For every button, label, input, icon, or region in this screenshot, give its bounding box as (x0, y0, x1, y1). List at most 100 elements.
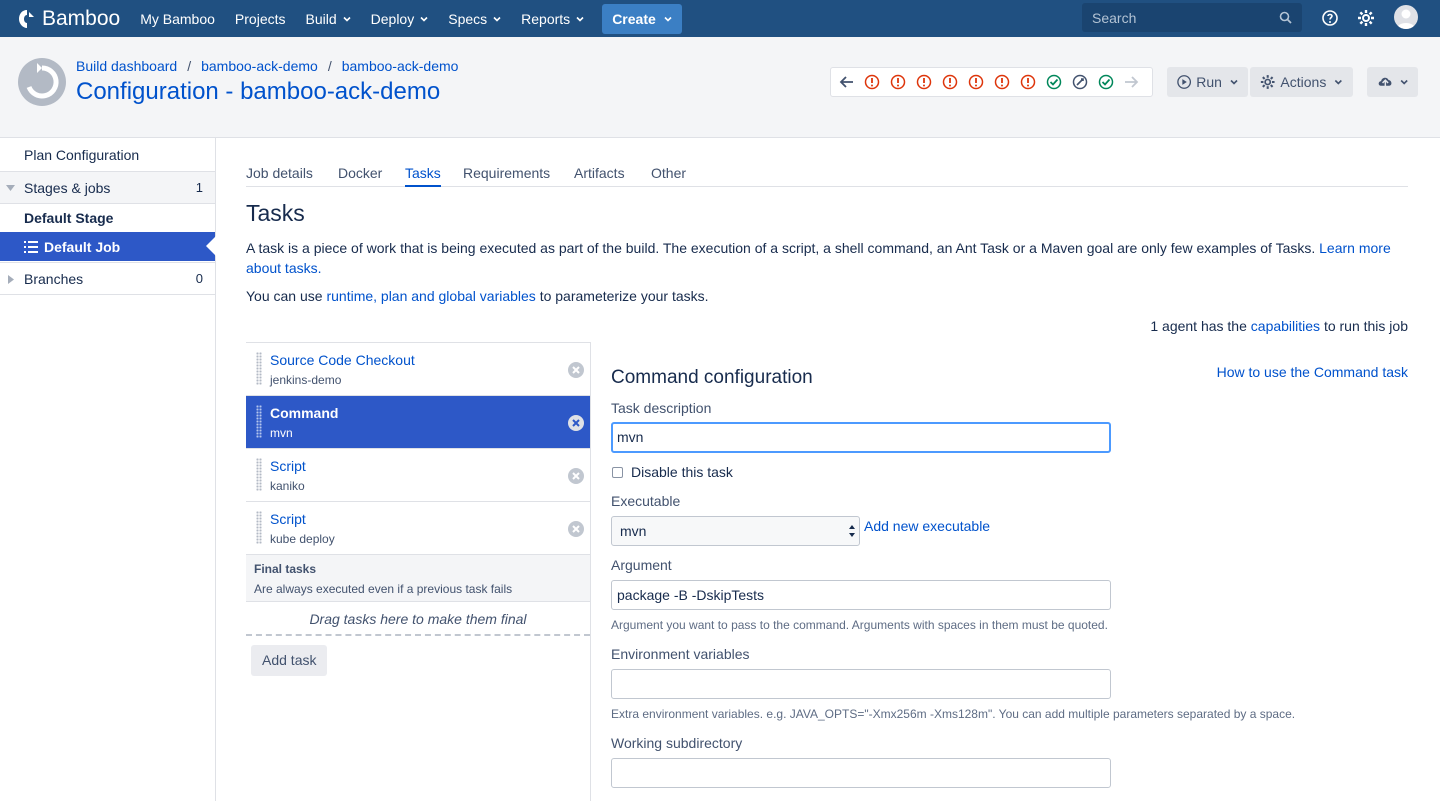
chevron-down-icon (420, 16, 428, 22)
task-description-input[interactable]: mvn (611, 422, 1111, 453)
breadcrumb-plan[interactable]: bamboo-ack-demo (342, 58, 459, 74)
task-list: Source Code Checkout jenkins-demo Comman… (246, 342, 591, 801)
argument-label: Argument (611, 557, 672, 573)
build-failed-icon[interactable] (963, 73, 989, 91)
section-heading: Tasks (246, 200, 305, 226)
sidebar-item-label: Branches (24, 270, 84, 287)
tab-docker[interactable]: Docker (338, 165, 382, 181)
nav-label: Specs (448, 10, 488, 27)
build-failed-icon[interactable] (1015, 73, 1041, 91)
breadcrumb-separator: / (327, 58, 332, 74)
remove-icon[interactable] (568, 468, 584, 484)
run-button[interactable]: Run (1167, 67, 1248, 97)
plan-icon (18, 58, 66, 106)
build-failed-icon[interactable] (911, 73, 937, 91)
tab-other[interactable]: Other (651, 165, 686, 181)
tab-tasks[interactable]: Tasks (405, 165, 441, 187)
build-success-icon[interactable] (1041, 73, 1067, 91)
chevron-down-icon (493, 16, 501, 22)
nav-build[interactable]: Build (296, 0, 361, 37)
nav-my-bamboo[interactable]: My Bamboo (130, 0, 225, 37)
remove-icon[interactable] (568, 521, 584, 537)
select-arrows-icon (849, 525, 855, 537)
task-item-command[interactable]: Command mvn (246, 396, 590, 449)
deploy-menu-button[interactable] (1367, 67, 1418, 97)
build-manual-icon[interactable] (1067, 73, 1093, 91)
input-value: package -B -DskipTests (617, 587, 765, 603)
argument-input[interactable]: package -B -DskipTests (611, 580, 1111, 610)
select-value: mvn (620, 523, 647, 539)
tasks-description: A task is a piece of work that is being … (246, 238, 1411, 278)
disable-task-checkbox[interactable] (612, 467, 623, 478)
add-executable-link[interactable]: Add new executable (864, 518, 990, 534)
description-text: A task is a piece of work that is being … (246, 240, 1316, 256)
agents-suffix: to run this job (1323, 318, 1408, 334)
task-name: Source Code Checkout (270, 352, 415, 368)
avatar[interactable] (1394, 5, 1418, 29)
breadcrumb-separator: / (187, 58, 192, 74)
agents-prefix: 1 agent has the (1150, 318, 1247, 334)
variables-prefix: You can use (246, 288, 323, 304)
drag-handle[interactable] (256, 352, 262, 385)
help-icon[interactable] (1321, 8, 1339, 28)
sidebar-item-default-job[interactable]: Default Job (0, 232, 216, 261)
caret-down-icon (6, 185, 15, 191)
breadcrumb-project[interactable]: bamboo-ack-demo (201, 58, 318, 74)
play-icon (1177, 75, 1192, 89)
tab-job-details[interactable]: Job details (246, 165, 313, 181)
tab-requirements[interactable]: Requirements (463, 165, 550, 181)
chevron-down-icon (576, 16, 584, 22)
final-tasks-dropzone[interactable]: Drag tasks here to make them final (246, 602, 590, 636)
nav-reports[interactable]: Reports (511, 0, 594, 37)
breadcrumb-build-dashboard[interactable]: Build dashboard (76, 58, 177, 74)
remove-icon[interactable] (568, 415, 584, 431)
brand-name: Bamboo (42, 6, 121, 30)
executable-label: Executable (611, 493, 681, 509)
user-icon (1397, 9, 1415, 29)
nav-deploy[interactable]: Deploy (361, 0, 439, 37)
search-input[interactable]: Search (1082, 3, 1302, 32)
remove-icon[interactable] (568, 362, 584, 378)
breadcrumb: Build dashboard / bamboo-ack-demo / bamboo-a… (76, 58, 458, 74)
variables-link[interactable]: runtime, plan and global variables (326, 288, 535, 304)
task-subtitle: mvn (270, 426, 293, 440)
disable-task-label[interactable]: Disable this task (631, 464, 733, 480)
nav-specs[interactable]: Specs (438, 0, 511, 37)
build-success-icon[interactable] (1093, 73, 1119, 91)
actions-button[interactable]: Actions (1250, 67, 1353, 97)
drag-handle[interactable] (256, 405, 262, 438)
nav-projects[interactable]: Projects (225, 0, 296, 37)
help-link[interactable]: How to use the Command task (1217, 364, 1408, 380)
input-value: mvn (617, 429, 644, 445)
working-subdirectory-input[interactable] (611, 758, 1111, 788)
bamboo-logo[interactable]: Bamboo (16, 0, 120, 37)
sidebar-item-default-stage[interactable]: Default Stage (0, 204, 215, 232)
build-failed-icon[interactable] (859, 73, 885, 91)
page-title: Configuration - bamboo-ack-demo (76, 78, 441, 105)
build-status-icons (859, 73, 1119, 91)
task-item-source-checkout[interactable]: Source Code Checkout jenkins-demo (246, 343, 590, 396)
working-subdirectory-label: Working subdirectory (611, 735, 743, 751)
sidebar-item-branches[interactable]: Branches 0 (0, 262, 215, 295)
create-button[interactable]: Create (602, 3, 682, 34)
sidebar-item-stages-jobs[interactable]: Stages & jobs 1 (0, 171, 215, 204)
final-tasks-title: Final tasks (254, 562, 317, 576)
build-failed-icon[interactable] (937, 73, 963, 91)
gear-icon[interactable] (1357, 8, 1375, 28)
argument-hint: Argument you want to pass to the command… (611, 618, 1108, 632)
build-failed-icon[interactable] (885, 73, 911, 91)
task-item-script-kaniko[interactable]: Script kaniko (246, 449, 590, 502)
drag-handle[interactable] (256, 458, 262, 491)
environment-variables-input[interactable] (611, 669, 1111, 699)
build-failed-icon[interactable] (989, 73, 1015, 91)
task-item-script-kube-deploy[interactable]: Script kube deploy (246, 502, 590, 555)
add-task-button[interactable]: Add task (251, 645, 328, 676)
arrow-left-icon[interactable] (839, 75, 855, 89)
drag-handle[interactable] (256, 511, 262, 544)
capabilities-link[interactable]: capabilities (1251, 318, 1320, 334)
sidebar-item-plan-configuration[interactable]: Plan Configuration (0, 138, 215, 171)
sidebar: Plan Configuration Stages & jobs 1 Defau… (0, 138, 216, 801)
executable-select[interactable]: mvn (611, 516, 860, 546)
nav-label: My Bamboo (140, 10, 215, 27)
tab-artifacts[interactable]: Artifacts (574, 165, 625, 181)
